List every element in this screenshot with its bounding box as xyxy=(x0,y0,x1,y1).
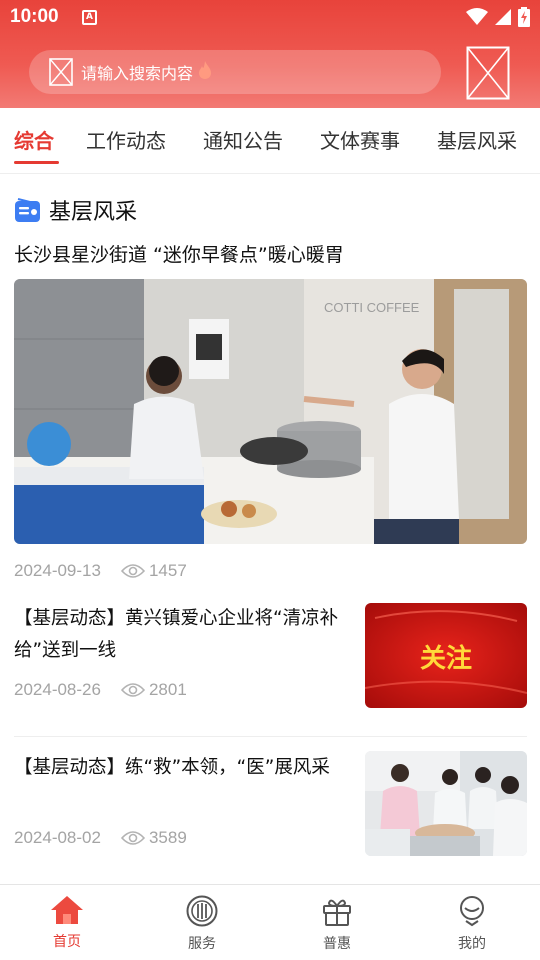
tab-sports-culture[interactable]: 文体赛事 xyxy=(320,125,400,154)
active-tab-indicator xyxy=(14,161,59,164)
wifi-icon xyxy=(466,8,488,25)
tab-grassroots[interactable]: 基层风采 xyxy=(437,125,517,154)
featured-article-image[interactable]: COTTI COFFEE xyxy=(14,279,527,544)
section-header: 基层风采 xyxy=(14,194,137,226)
battery-icon xyxy=(518,7,530,27)
article-thumbnail[interactable] xyxy=(365,751,527,856)
broken-image-icon xyxy=(49,58,73,86)
search-placeholder: 请输入搜索内容 xyxy=(81,64,194,83)
view-count: 3589 xyxy=(148,828,187,847)
article-title[interactable]: 【基层动态】练“救”本领，“医”展风采 xyxy=(14,752,354,784)
nav-label: 普惠 xyxy=(323,936,351,952)
article-title[interactable]: 【基层动态】黄兴镇爱心企业将“清凉补给”送到一线 xyxy=(14,603,354,667)
publish-date: 2024-09-13 xyxy=(14,561,101,580)
nav-profile[interactable]: 我的 xyxy=(432,895,512,953)
nav-service[interactable]: 服务 xyxy=(162,895,242,953)
view-count: 1457 xyxy=(148,561,187,580)
section-title: 基层风采 xyxy=(49,200,138,225)
radio-icon xyxy=(15,197,40,222)
nav-label: 服务 xyxy=(188,936,216,952)
signal-icon xyxy=(495,9,511,25)
nav-label: 首页 xyxy=(53,934,81,950)
featured-article-meta: 2024-09-13 1457 xyxy=(14,561,187,581)
search-input[interactable]: 请输入搜索内容 xyxy=(29,50,441,94)
bottom-navigation: 首页 服务 普惠 我的 xyxy=(0,884,540,960)
storefront-sign: COTTI COFFEE xyxy=(324,300,420,315)
article-meta: 2024-08-26 2801 xyxy=(14,680,187,700)
home-icon xyxy=(51,896,83,924)
notification-icon: A xyxy=(82,10,97,25)
service-icon xyxy=(186,895,218,927)
status-bar: 10:00 A xyxy=(0,0,540,36)
view-count: 2801 xyxy=(148,680,187,699)
tab-work-news[interactable]: 工作动态 xyxy=(86,125,166,154)
list-divider xyxy=(14,736,527,737)
article-meta: 2024-08-02 3589 xyxy=(14,828,187,848)
thumb-label: 关注 xyxy=(420,643,472,674)
featured-article-title[interactable]: 长沙县星沙街道 “迷你早餐点”暖心暖胃 xyxy=(14,240,344,267)
nav-benefits[interactable]: 普惠 xyxy=(297,895,377,953)
tab-notices[interactable]: 通知公告 xyxy=(203,125,283,154)
status-time: 10:00 xyxy=(10,6,59,27)
nav-home[interactable]: 首页 xyxy=(27,895,107,951)
status-icons xyxy=(466,7,530,27)
eye-icon xyxy=(120,564,145,578)
article-thumbnail[interactable]: 关注 xyxy=(365,603,527,708)
category-tabs: 综合 工作动态 通知公告 文体赛事 基层风采 xyxy=(0,108,540,174)
eye-icon xyxy=(120,683,145,697)
publish-date: 2024-08-26 xyxy=(14,680,101,699)
broken-image-icon[interactable] xyxy=(466,46,510,100)
publish-date: 2024-08-02 xyxy=(14,828,101,847)
flame-icon xyxy=(198,61,212,83)
gift-icon xyxy=(323,899,351,926)
tab-comprehensive[interactable]: 综合 xyxy=(14,125,54,154)
nav-label: 我的 xyxy=(458,936,486,952)
eye-icon xyxy=(120,831,145,845)
profile-icon xyxy=(460,896,484,927)
app-header: 10:00 A 请输入搜索内容 xyxy=(0,0,540,108)
